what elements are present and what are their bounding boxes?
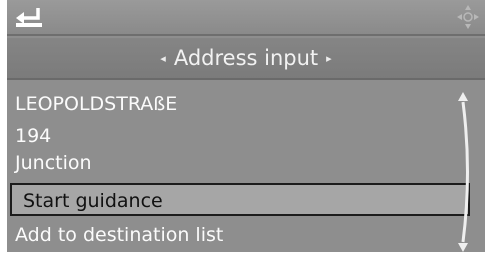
navigation-screen: ◂ Address input ▸ LEOPOLDSTRAßE 194 Juncti… <box>7 0 485 252</box>
scrollbar[interactable] <box>457 92 479 252</box>
next-arrow-icon[interactable]: ▸ <box>326 52 332 65</box>
junction-item[interactable]: Junction <box>15 149 455 177</box>
controller-direction-icon <box>457 5 479 29</box>
scroll-up-icon <box>458 92 468 101</box>
street-item[interactable]: LEOPOLDSTRAßE <box>15 90 455 118</box>
scroll-down-icon <box>458 243 468 252</box>
top-bar <box>7 0 485 36</box>
menu-list: LEOPOLDSTRAßE 194 Junction Start guidanc… <box>7 82 485 252</box>
title-bar[interactable]: ◂ Address input ▸ <box>7 38 485 80</box>
previous-arrow-icon[interactable]: ◂ <box>160 52 166 65</box>
start-guidance-button[interactable]: Start guidance <box>10 183 470 216</box>
back-arrow-icon[interactable] <box>13 4 45 30</box>
page-title: Address input <box>173 46 319 70</box>
house-number-item[interactable]: 194 <box>15 122 455 150</box>
add-to-destination-list-button[interactable]: Add to destination list <box>15 221 455 249</box>
